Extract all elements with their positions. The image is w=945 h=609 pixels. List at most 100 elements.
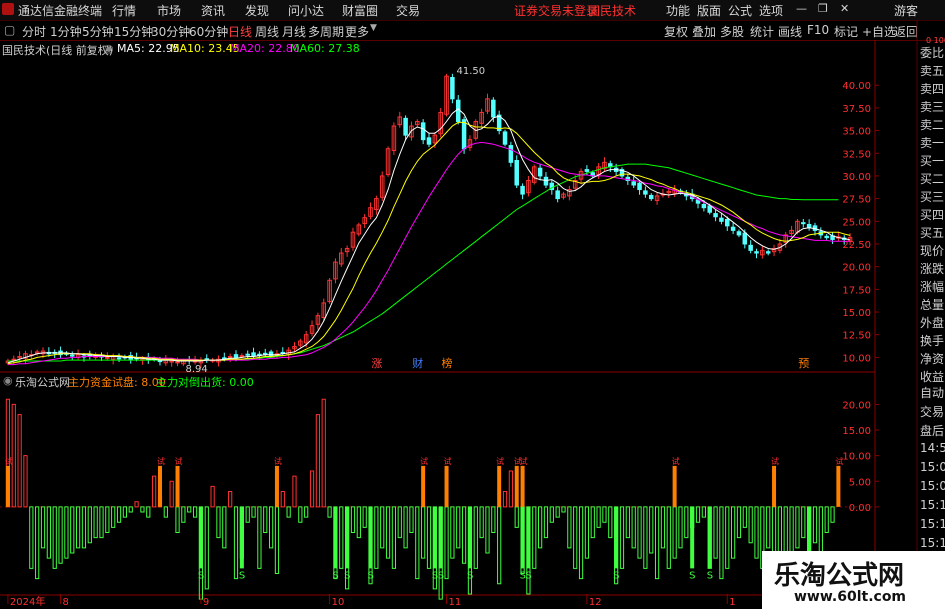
watermark-url: www.60lt.com: [794, 589, 907, 605]
candle-body: [648, 194, 654, 200]
candle-body: [748, 244, 753, 251]
event-mark: 财: [412, 356, 423, 370]
sub-bar: [678, 506, 683, 549]
event-mark: 涨: [371, 357, 382, 370]
sub-bar: [830, 506, 835, 523]
right-panel-sub-label: 15:15: [920, 517, 945, 531]
candle-body: [239, 355, 245, 358]
candle-body: [707, 205, 712, 213]
sub-bar: [23, 455, 28, 508]
sub-bar: [725, 506, 730, 569]
candle-body: [806, 223, 812, 229]
sub-bar: [754, 506, 759, 559]
right-panel-sub-label: 自动: [920, 386, 945, 400]
shi-marker: 试: [771, 456, 779, 466]
candle-body: [701, 204, 707, 209]
sub-bar: [391, 506, 397, 569]
candle-body: [175, 361, 180, 364]
shi-bar: [444, 465, 449, 507]
shi-bar: [157, 465, 162, 507]
sub-bar: [17, 414, 22, 508]
right-panel-sub-label: 交易: [920, 405, 945, 419]
right-panel-label: 买三: [920, 190, 945, 204]
kline-chart[interactable]: 10.0012.5015.0017.5020.0022.5025.0027.50…: [0, 0, 945, 609]
s-marker: S: [438, 571, 444, 582]
right-panel-label: 换手: [920, 334, 945, 348]
sub-bar: [824, 506, 829, 533]
sub-bar: [502, 491, 508, 508]
sub-bar: [643, 506, 648, 569]
sub-y-tick-label: 0.00: [849, 503, 871, 514]
ma10-line: [7, 121, 851, 365]
sub-bar: [573, 506, 578, 569]
x-tick-label: 8: [63, 597, 69, 608]
sub-bar: [70, 506, 75, 554]
shi-marker: 试: [175, 456, 183, 466]
s-marker: S: [467, 571, 473, 582]
sub-y-tick-label: 5.00: [849, 477, 871, 488]
shi-marker: 试: [520, 456, 528, 466]
candle-body: [105, 356, 110, 359]
right-panel-sub-label: 15:12: [920, 498, 945, 512]
candle-body: [742, 232, 748, 245]
sub-bar: [210, 485, 215, 508]
sub-bar: [596, 506, 601, 528]
sub-bar: [309, 470, 315, 508]
watermark-title: 乐淘公式网: [774, 561, 905, 591]
sub-bar: [321, 398, 326, 508]
candle-body: [765, 251, 771, 254]
sub-bar: [549, 506, 554, 523]
y-tick-label: 30.00: [842, 172, 871, 183]
right-panel-label: 买五: [920, 226, 945, 240]
x-tick-label: 10: [332, 597, 345, 608]
ma20-line: [7, 141, 851, 366]
candle-body: [251, 352, 256, 357]
sub-bar: [11, 403, 16, 508]
shi-marker: 试: [157, 456, 165, 466]
sub-bar: [795, 506, 800, 549]
sub-bar: [491, 506, 496, 533]
sub-bar: [339, 506, 344, 569]
candle-body: [824, 235, 829, 239]
right-panel-label: 买一: [920, 154, 945, 168]
candle-body: [455, 99, 461, 123]
s-bar: [467, 506, 472, 569]
s-marker: S: [525, 571, 531, 582]
s-marker: S: [332, 571, 338, 582]
candle-body: [157, 360, 163, 363]
y-tick-label: 35.00: [842, 127, 871, 138]
candle-body: [403, 117, 408, 136]
sub-bar: [719, 506, 724, 580]
sub-bar: [152, 475, 157, 508]
sub-bar: [327, 506, 332, 518]
candle-body: [508, 145, 514, 163]
sub-bar: [251, 506, 256, 518]
sub-bar: [602, 506, 607, 523]
sub-bar: [58, 506, 63, 564]
right-panel-label: 现价: [920, 244, 945, 258]
sub-bar: [374, 506, 379, 569]
sub-bar: [713, 506, 718, 559]
sub-bar: [204, 506, 209, 590]
watermark-box: 乐淘公式网 www.60lt.com: [762, 551, 945, 609]
x-tick-label: 12: [589, 597, 602, 608]
candle-body: [736, 231, 742, 236]
candle-body: [725, 218, 730, 227]
sub-y-tick-label: 15.00: [842, 426, 871, 437]
sub-bar: [497, 506, 502, 585]
sub-bar: [514, 506, 519, 528]
s-bar: [333, 506, 338, 569]
shi-bar: [514, 465, 519, 507]
sub-bar: [105, 506, 110, 533]
right-panel-label: 收益: [920, 370, 945, 384]
candle-body: [537, 167, 543, 177]
right-panel-label: 委比: [920, 46, 945, 60]
sub-bar: [479, 506, 484, 539]
right-panel-sub-label: 15:07: [920, 479, 945, 493]
sub-bar: [742, 506, 747, 528]
sub-bar: [672, 506, 677, 559]
sub-bar: [35, 506, 40, 580]
candle-body: [262, 352, 268, 355]
sub-bar: [298, 506, 303, 523]
y-tick-label: 25.00: [842, 217, 871, 228]
